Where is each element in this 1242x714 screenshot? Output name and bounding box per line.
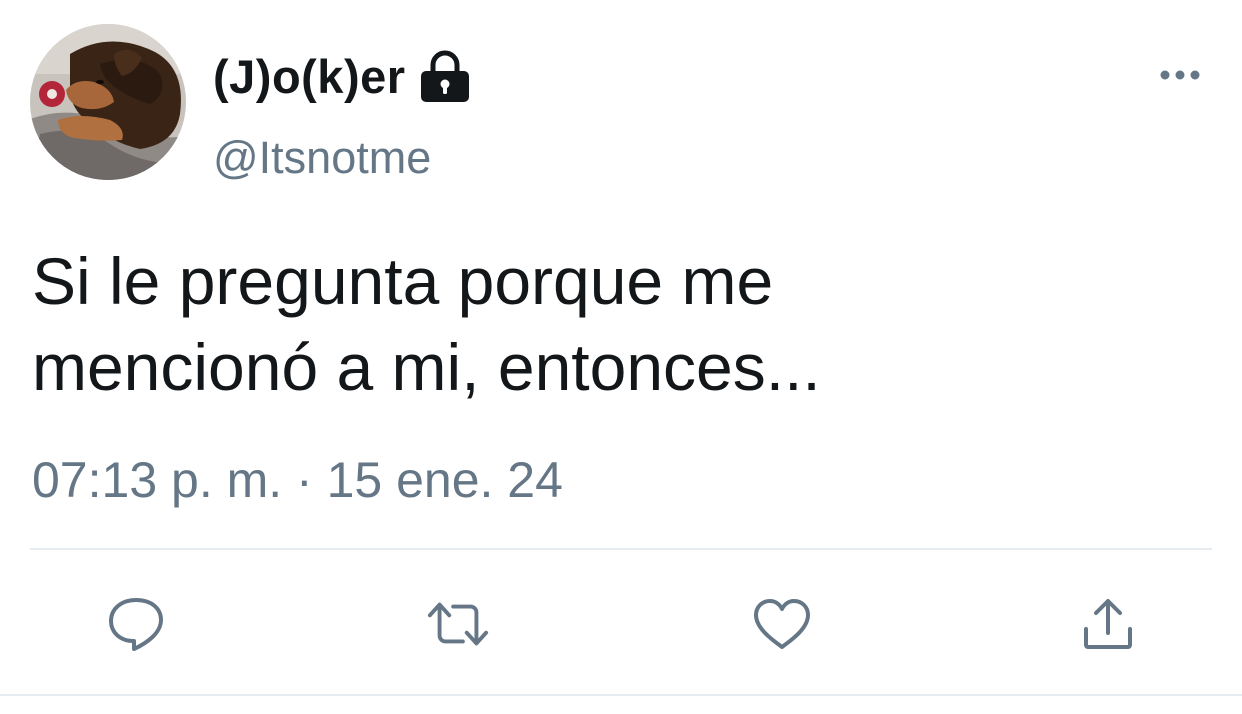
display-name[interactable]: (J)o(k)er <box>213 53 406 100</box>
share-icon <box>1084 599 1132 649</box>
dog-avatar-image <box>30 24 186 180</box>
retweet-button[interactable] <box>426 592 490 656</box>
divider <box>30 548 1212 550</box>
author-name-row: (J)o(k)er <box>213 46 472 106</box>
user-handle[interactable]: @Itsnotme <box>213 135 431 180</box>
more-horizontal-icon <box>1160 70 1200 80</box>
tweet-text-line-2: mencionó a mi, entonces... <box>32 330 821 404</box>
retweet-icon <box>427 602 489 646</box>
divider <box>0 694 1242 696</box>
tweet-timestamp[interactable]: 07:13 p. m. · 15 ene. 24 <box>32 455 563 505</box>
tweet-text: Si le pregunta porque me mencionó a mi, e… <box>32 238 1182 410</box>
lock-icon <box>420 50 469 102</box>
like-button[interactable] <box>750 592 814 656</box>
avatar[interactable] <box>30 24 186 180</box>
share-button[interactable] <box>1076 592 1140 656</box>
reply-icon <box>109 598 163 651</box>
heart-icon <box>754 599 810 649</box>
reply-button[interactable] <box>104 592 168 656</box>
more-options-button[interactable] <box>1150 58 1210 92</box>
tweet-text-line-1: Si le pregunta porque me <box>32 244 774 318</box>
